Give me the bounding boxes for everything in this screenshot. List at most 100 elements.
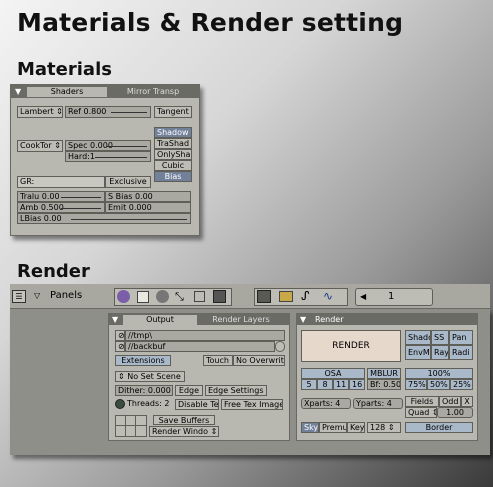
tab-output[interactable]: Output bbox=[123, 315, 197, 325]
odd-button[interactable]: Odd bbox=[439, 396, 461, 407]
logic-icon[interactable] bbox=[117, 290, 130, 303]
bf-field[interactable]: Bf: 0.50 bbox=[367, 379, 401, 390]
x-button[interactable]: X bbox=[461, 396, 473, 407]
border-button[interactable]: Border bbox=[405, 422, 473, 433]
render-heading: Render bbox=[17, 261, 90, 282]
threads-toggle-icon[interactable] bbox=[115, 399, 125, 409]
quad-value-field[interactable]: 1.00 bbox=[437, 407, 473, 418]
tab-render-layers[interactable]: Render Layers bbox=[201, 315, 281, 325]
spec-shader-select[interactable]: CookTor ⇕ bbox=[17, 140, 63, 152]
wave-icon[interactable]: ∿ bbox=[323, 289, 333, 304]
tab-shaders[interactable]: Shaders bbox=[27, 87, 107, 97]
premul-button[interactable]: Premul bbox=[319, 422, 347, 433]
folder-icon[interactable]: ⊘ bbox=[115, 330, 125, 341]
context-buttons: ⤡ bbox=[114, 288, 232, 306]
shadow-toggle[interactable]: Shado bbox=[405, 330, 431, 345]
sound-icon[interactable]: ᔑ bbox=[301, 289, 310, 304]
dither-field[interactable]: Dither: 0.000 bbox=[115, 385, 173, 396]
save-buffers-button[interactable]: Save Buffers bbox=[153, 415, 215, 425]
quad-select[interactable]: Quad ⇕ bbox=[405, 407, 437, 418]
shadow-button[interactable]: Shadow bbox=[154, 127, 192, 138]
output-panel: ▼ Output Render Layers ⊘ //tmp\ ⊘ //back… bbox=[108, 313, 290, 441]
panels-label: Panels bbox=[50, 290, 83, 301]
osa-11-button[interactable]: 11 bbox=[333, 379, 349, 390]
backbuf-toggle[interactable] bbox=[275, 341, 285, 352]
render-buttons-icon[interactable] bbox=[257, 290, 271, 303]
percent-75-button[interactable]: 75% bbox=[405, 379, 427, 390]
osa-8-button[interactable]: 8 bbox=[317, 379, 333, 390]
cubic-button[interactable]: Cubic bbox=[154, 160, 192, 171]
bias-button[interactable]: Bias bbox=[154, 171, 192, 182]
arrow-left-icon[interactable]: ◀ bbox=[360, 292, 366, 302]
diffuse-shader-select[interactable]: Lambert ⇕ bbox=[17, 106, 63, 118]
emit-slider[interactable]: Emit 0.000 bbox=[105, 202, 191, 213]
buttons-window-body: ▼ Output Render Layers ⊘ //tmp\ ⊘ //back… bbox=[10, 309, 490, 455]
tab-mirror-transp[interactable]: Mirror Transp bbox=[111, 87, 195, 97]
exclusive-button[interactable]: Exclusive bbox=[105, 176, 151, 188]
no-overwrite-button[interactable]: No Overwrite bbox=[233, 355, 285, 366]
envmap-toggle[interactable]: EnvM bbox=[405, 345, 431, 360]
render-panel: ▼ Render RENDER Shado SS Pan EnvM Ray Ra… bbox=[296, 313, 478, 441]
updown-arrow-icon: ⇕ bbox=[210, 427, 218, 436]
threads-label: Threads: 2 bbox=[127, 399, 170, 408]
edge-button[interactable]: Edge bbox=[175, 385, 203, 396]
dispview-grid-icon[interactable] bbox=[115, 415, 147, 437]
materials-panel: ▼ Shaders Mirror Transp Lambert ⇕ Ref 0.… bbox=[10, 84, 200, 236]
xparts-field[interactable]: Xparts: 4 bbox=[301, 398, 351, 409]
updown-arrow-icon: ⇕ bbox=[54, 141, 61, 150]
collapse-triangle-icon[interactable]: ▼ bbox=[15, 87, 21, 97]
panorama-toggle[interactable]: Pan bbox=[449, 330, 473, 345]
updown-arrow-icon: ⇕ bbox=[387, 423, 395, 432]
collapse-arrow-icon[interactable]: ▽ bbox=[34, 291, 40, 301]
collapse-triangle-icon[interactable]: ▼ bbox=[300, 315, 306, 325]
percent-100-button[interactable]: 100% bbox=[405, 368, 473, 379]
osa-button[interactable]: OSA bbox=[301, 368, 365, 379]
menu-icon[interactable]: ☰ bbox=[12, 290, 26, 303]
edge-settings-button[interactable]: Edge Settings bbox=[205, 385, 267, 396]
radiosity-toggle[interactable]: Radi bbox=[449, 345, 473, 360]
output-path-field[interactable]: //tmp\ bbox=[125, 330, 285, 341]
set-scene-select[interactable]: ⇕ No Set Scene bbox=[115, 371, 185, 382]
raytrace-toggle[interactable]: Ray bbox=[431, 345, 449, 360]
fields-button[interactable]: Fields bbox=[405, 396, 439, 407]
onlysha-button[interactable]: OnlySha bbox=[154, 149, 192, 160]
frame-value: 1 bbox=[388, 291, 395, 302]
extensions-button[interactable]: Extensions bbox=[115, 355, 171, 366]
render-panel-title: Render bbox=[315, 315, 344, 324]
render-button[interactable]: RENDER bbox=[301, 330, 401, 362]
script-icon[interactable] bbox=[137, 291, 149, 303]
touch-button[interactable]: Touch bbox=[203, 355, 233, 366]
materials-heading: Materials bbox=[17, 59, 112, 80]
folder-icon[interactable]: ⊘ bbox=[115, 341, 125, 352]
trashad-button[interactable]: TraShad bbox=[154, 138, 192, 149]
percent-25-button[interactable]: 25% bbox=[450, 379, 473, 390]
page-title: Materials & Render setting bbox=[17, 8, 404, 37]
scene-subcontext-buttons: ᔑ ∿ bbox=[254, 288, 348, 306]
updown-arrow-icon: ⇕ bbox=[56, 107, 63, 116]
free-tex-image-button[interactable]: Free Tex Image bbox=[221, 399, 283, 410]
osa-5-button[interactable]: 5 bbox=[301, 379, 317, 390]
backbuf-path-field[interactable]: //backbuf bbox=[125, 341, 275, 352]
key-button[interactable]: Key bbox=[347, 422, 365, 433]
collapse-triangle-icon[interactable]: ▼ bbox=[112, 315, 118, 325]
color-depth-select[interactable]: 128 ⇕ bbox=[367, 422, 401, 433]
shading-icon[interactable] bbox=[156, 290, 169, 303]
frame-number-field[interactable]: ◀ 1 bbox=[355, 288, 433, 306]
object-icon[interactable]: ⤡ bbox=[175, 290, 184, 303]
editing-icon[interactable] bbox=[194, 291, 205, 302]
sss-toggle[interactable]: SS bbox=[431, 330, 449, 345]
mblur-button[interactable]: MBLUR bbox=[367, 368, 401, 379]
yparts-field[interactable]: Yparts: 4 bbox=[353, 398, 403, 409]
anim-playback-icon[interactable] bbox=[279, 291, 293, 302]
osa-16-button[interactable]: 16 bbox=[349, 379, 365, 390]
render-window-select[interactable]: Render Windo ⇕ bbox=[149, 426, 219, 437]
disable-tex-button[interactable]: Disable Te bbox=[175, 399, 219, 410]
updown-arrow-icon: ⇕ bbox=[118, 372, 125, 381]
scene-icon[interactable] bbox=[213, 290, 226, 303]
group-field[interactable]: GR: bbox=[17, 176, 105, 188]
sky-button[interactable]: Sky bbox=[301, 422, 319, 433]
buttons-window-header: ☰ ▽ Panels ⤡ ᔑ ∿ ◀ 1 bbox=[10, 284, 490, 309]
percent-50-button[interactable]: 50% bbox=[427, 379, 450, 390]
tangent-button[interactable]: Tangent bbox=[154, 106, 192, 118]
sbias-slider[interactable]: S Bias 0.00 bbox=[105, 191, 191, 202]
